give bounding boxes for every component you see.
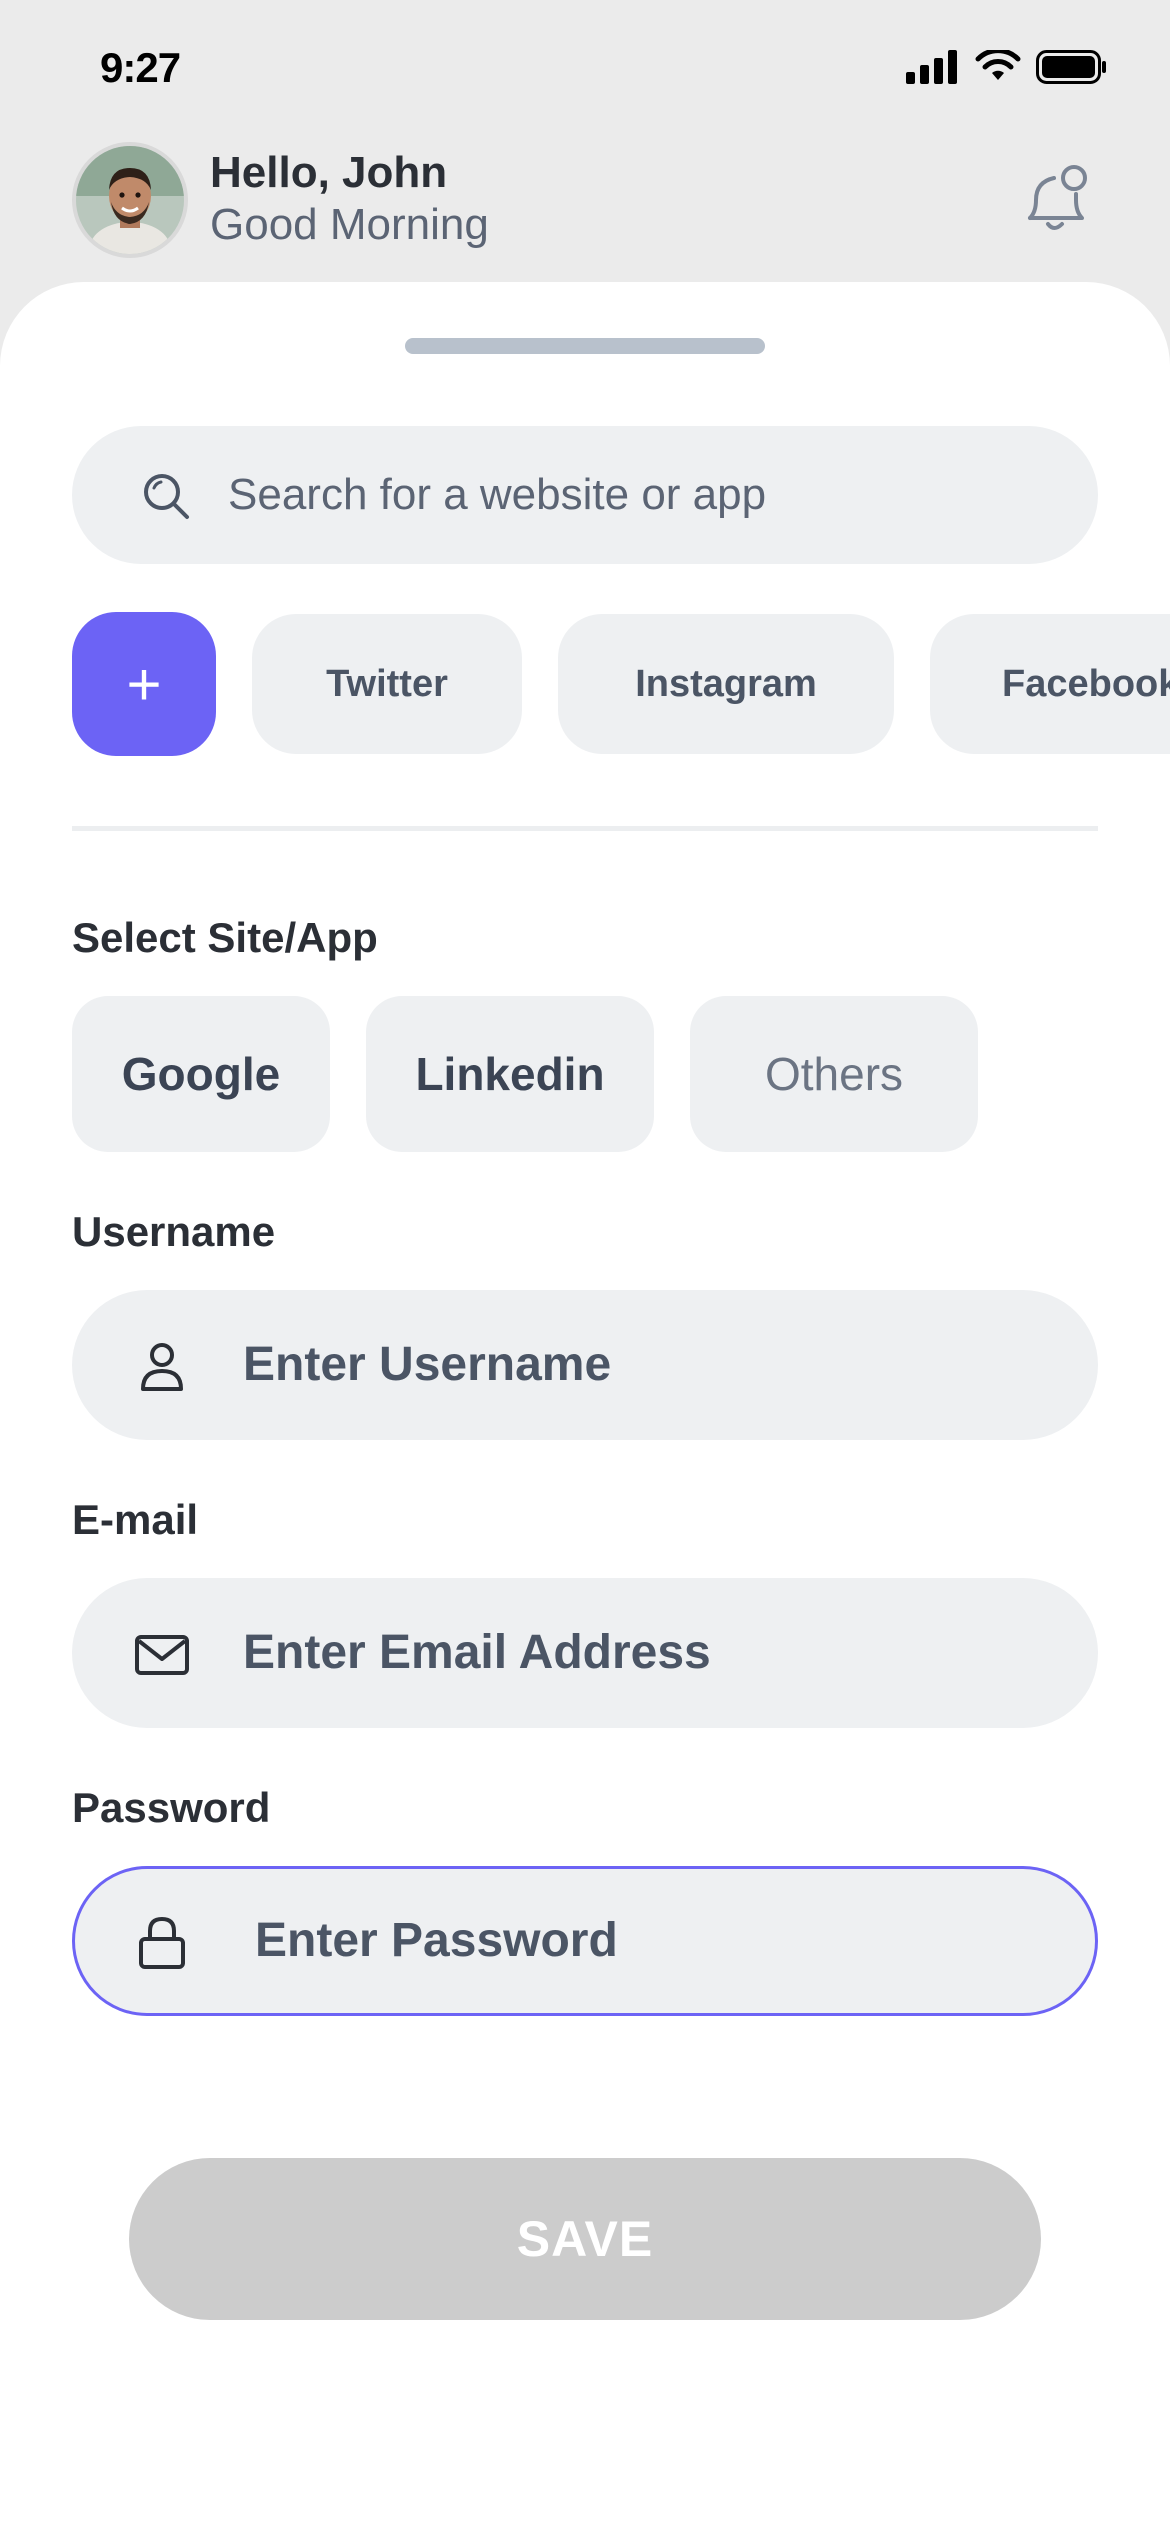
greeting-subtitle: Good Morning (210, 200, 489, 249)
username-placeholder: Enter Username (243, 1338, 612, 1391)
search-placeholder: Search for a website or app (228, 470, 767, 519)
greeting-title: Hello, John (210, 148, 448, 197)
user-icon (141, 1343, 183, 1391)
status-icons (906, 50, 1108, 84)
add-site-button[interactable]: + (72, 612, 216, 756)
lock-icon (139, 1916, 185, 1969)
battery-icon (1036, 50, 1106, 84)
chip-twitter[interactable]: Twitter (252, 614, 522, 754)
mail-icon (135, 1635, 189, 1675)
email-field[interactable]: Enter Email Address (72, 1578, 1098, 1728)
username-label: Username (72, 1208, 276, 1255)
chip-instagram[interactable]: Instagram (558, 614, 894, 754)
divider (72, 826, 1098, 831)
chip-facebook[interactable]: Facebook (930, 614, 1170, 754)
email-placeholder: Enter Email Address (243, 1626, 711, 1679)
quick-chips: + Twitter Instagram Facebook (72, 612, 1170, 758)
bell-icon[interactable] (1018, 160, 1098, 240)
save-button[interactable]: SAVE (129, 2158, 1041, 2320)
signal-icon (906, 50, 957, 84)
password-field[interactable]: Enter Password (72, 1866, 1098, 2016)
username-field[interactable]: Enter Username (72, 1290, 1098, 1440)
site-option-google[interactable]: Google (72, 996, 330, 1152)
password-placeholder: Enter Password (255, 1914, 618, 1967)
site-option-linkedin[interactable]: Linkedin (366, 996, 654, 1152)
search-input[interactable]: Search for a website or app (72, 426, 1098, 564)
password-label: Password (72, 1784, 271, 1831)
site-option-others[interactable]: Others (690, 996, 978, 1152)
header: Hello, John Good Morning (72, 142, 1098, 262)
select-site-label: Select Site/App (72, 914, 378, 961)
bottom-sheet: Search for a website or app + Twitter In… (0, 282, 1170, 2532)
email-label: E-mail (72, 1496, 199, 1543)
search-icon (144, 474, 189, 519)
sheet-drag-handle[interactable] (405, 338, 765, 354)
status-time: 9:27 (100, 44, 181, 91)
status-bar: 9:27 (0, 0, 1170, 140)
avatar[interactable] (72, 142, 188, 258)
user-avatar-icon (76, 146, 184, 254)
wifi-icon (975, 50, 1021, 80)
